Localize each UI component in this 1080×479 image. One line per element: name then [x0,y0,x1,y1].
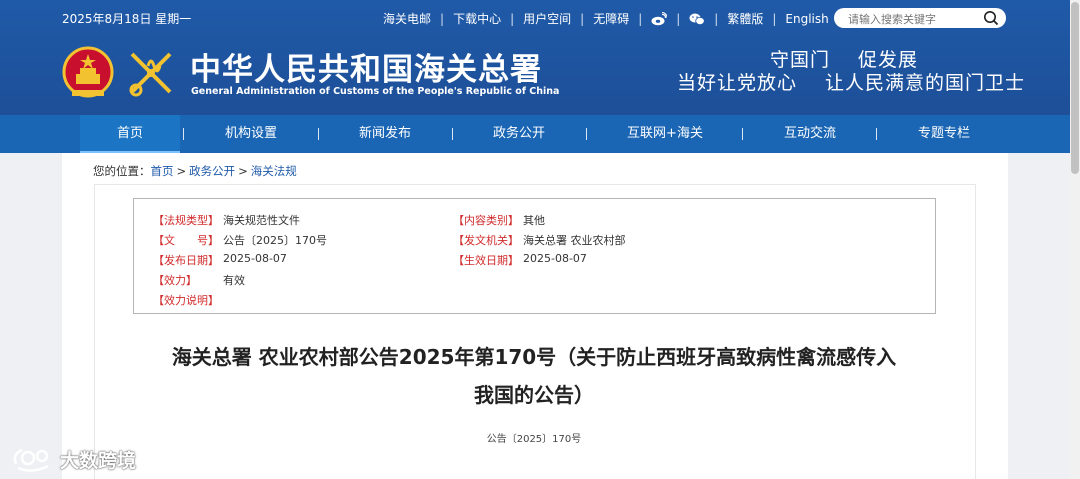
link-english[interactable]: English [785,12,828,26]
nav-divider [183,128,184,140]
metadata-table: 【法规类型】 海关规范性文件 【内容类别】 其他 【文 号】 公告〔2025〕1… [133,198,936,314]
divider: | [580,11,585,26]
divider: | [772,11,777,26]
nav-item-organization[interactable]: 机构设置 [191,115,311,153]
divider: | [440,11,445,26]
meta-label-validity: 【效力】 [153,274,197,287]
divider: | [510,11,515,26]
breadcrumb: 您的位置：首页 > 政务公开 > 海关法规 [93,163,297,179]
meta-label-issuer: 【发文机关】 [453,234,519,247]
search-box [834,8,1006,30]
meta-label-validity-note: 【效力说明】 [153,294,219,307]
link-traditional-chinese[interactable]: 繁體版 [727,10,763,27]
meta-label-effective-date: 【生效日期】 [453,254,519,267]
scrollbar-thumb[interactable] [1071,2,1079,174]
nav-divider [318,128,319,140]
breadcrumb-government-affairs[interactable]: 政务公开 [189,164,235,178]
nav-divider [742,128,743,140]
main-nav: 首页 机构设置 新闻发布 政务公开 互联网+海关 互动交流 专题专栏 [0,115,1070,153]
nav-item-government-affairs[interactable]: 政务公开 [460,115,578,153]
article-title-line1: 海关总署 农业农村部公告2025年第170号（关于防止西班牙高致病性禽流感传入 [171,345,897,369]
nav-divider [586,128,587,140]
meta-value-validity: 有效 [223,274,245,287]
breadcrumb-prefix: 您的位置： [93,164,151,178]
link-user-space[interactable]: 用户空间 [523,10,571,27]
meta-value-effective-date: 2025-08-07 [523,252,587,265]
breadcrumb-home[interactable]: 首页 [151,164,174,178]
watermark-text: 大数跨境 [60,449,137,472]
national-emblem-icon[interactable] [62,46,114,100]
search-icon[interactable] [983,10,999,26]
meta-value-publish-date: 2025-08-07 [223,252,287,265]
content-area: 您的位置：首页 > 政务公开 > 海关法规 【法规类型】 海关规范性文件 【内容类别】 … [62,153,1008,479]
link-download-center[interactable]: 下载中心 [453,10,501,27]
meta-label-type: 【法规类型】 [153,214,219,227]
meta-value-issuer: 海关总署 农业农村部 [523,234,626,247]
vertical-scrollbar[interactable] [1070,0,1080,479]
slogan-line2: 当好让党放心 让人民满意的国门卫士 [677,68,1053,95]
slogan-text: 当好让党放心 [677,72,798,94]
divider: | [638,11,643,26]
weibo-icon[interactable] [651,11,668,26]
nav-item-internet-customs[interactable]: 互联网+海关 [594,115,736,153]
article-doc-number: 公告〔2025〕170号 [486,434,582,445]
article-title: 海关总署 农业农村部公告2025年第170号（关于防止西班牙高致病性禽流感传入 … [134,338,934,414]
nav-item-interaction[interactable]: 互动交流 [750,115,870,153]
wechat-icon[interactable] [689,12,705,26]
article-title-line2: 我国的公告） [474,383,594,407]
meta-value-category: 其他 [523,214,545,227]
breadcrumb-customs-regulations[interactable]: 海关法规 [251,164,297,178]
customs-key-emblem-icon [129,52,172,97]
site-title-english: General Administration of Customs of the… [191,86,560,97]
breadcrumb-separator: > [238,164,248,178]
search-input[interactable] [848,9,988,30]
divider: | [714,11,719,26]
nav-divider [452,128,453,140]
current-date: 2025年8月18日 星期一 [62,12,192,26]
divider: | [676,11,681,26]
nav-item-news[interactable]: 新闻发布 [326,115,444,153]
nav-item-home[interactable]: 首页 [80,115,180,153]
link-customs-email[interactable]: 海关电邮 [383,10,431,27]
link-accessibility[interactable]: 无障碍 [593,10,629,27]
slogan-text: 让人民满意的国门卫士 [825,72,1026,94]
watermark: 大数跨境 [12,444,136,474]
site-header: 2025年8月18日 星期一 海关电邮 | 下载中心 | 用户空间 | 无障碍 … [0,0,1070,115]
breadcrumb-separator: > [176,164,187,178]
meta-label-publish-date: 【发布日期】 [153,254,219,267]
meta-value-docno: 公告〔2025〕170号 [223,234,327,247]
meta-label-category: 【内容类别】 [453,214,519,227]
watermark-logo-icon [13,448,49,472]
top-links: 海关电邮 | 下载中心 | 用户空间 | 无障碍 | | | 繁體版 | Eng… [383,10,829,27]
site-title[interactable]: 中华人民共和国海关总署 [190,44,542,89]
nav-item-special-topics[interactable]: 专题专栏 [884,115,1004,153]
meta-value-type: 海关规范性文件 [223,214,300,227]
meta-label-docno: 【文 号】 [153,234,219,247]
nav-divider [876,128,877,140]
